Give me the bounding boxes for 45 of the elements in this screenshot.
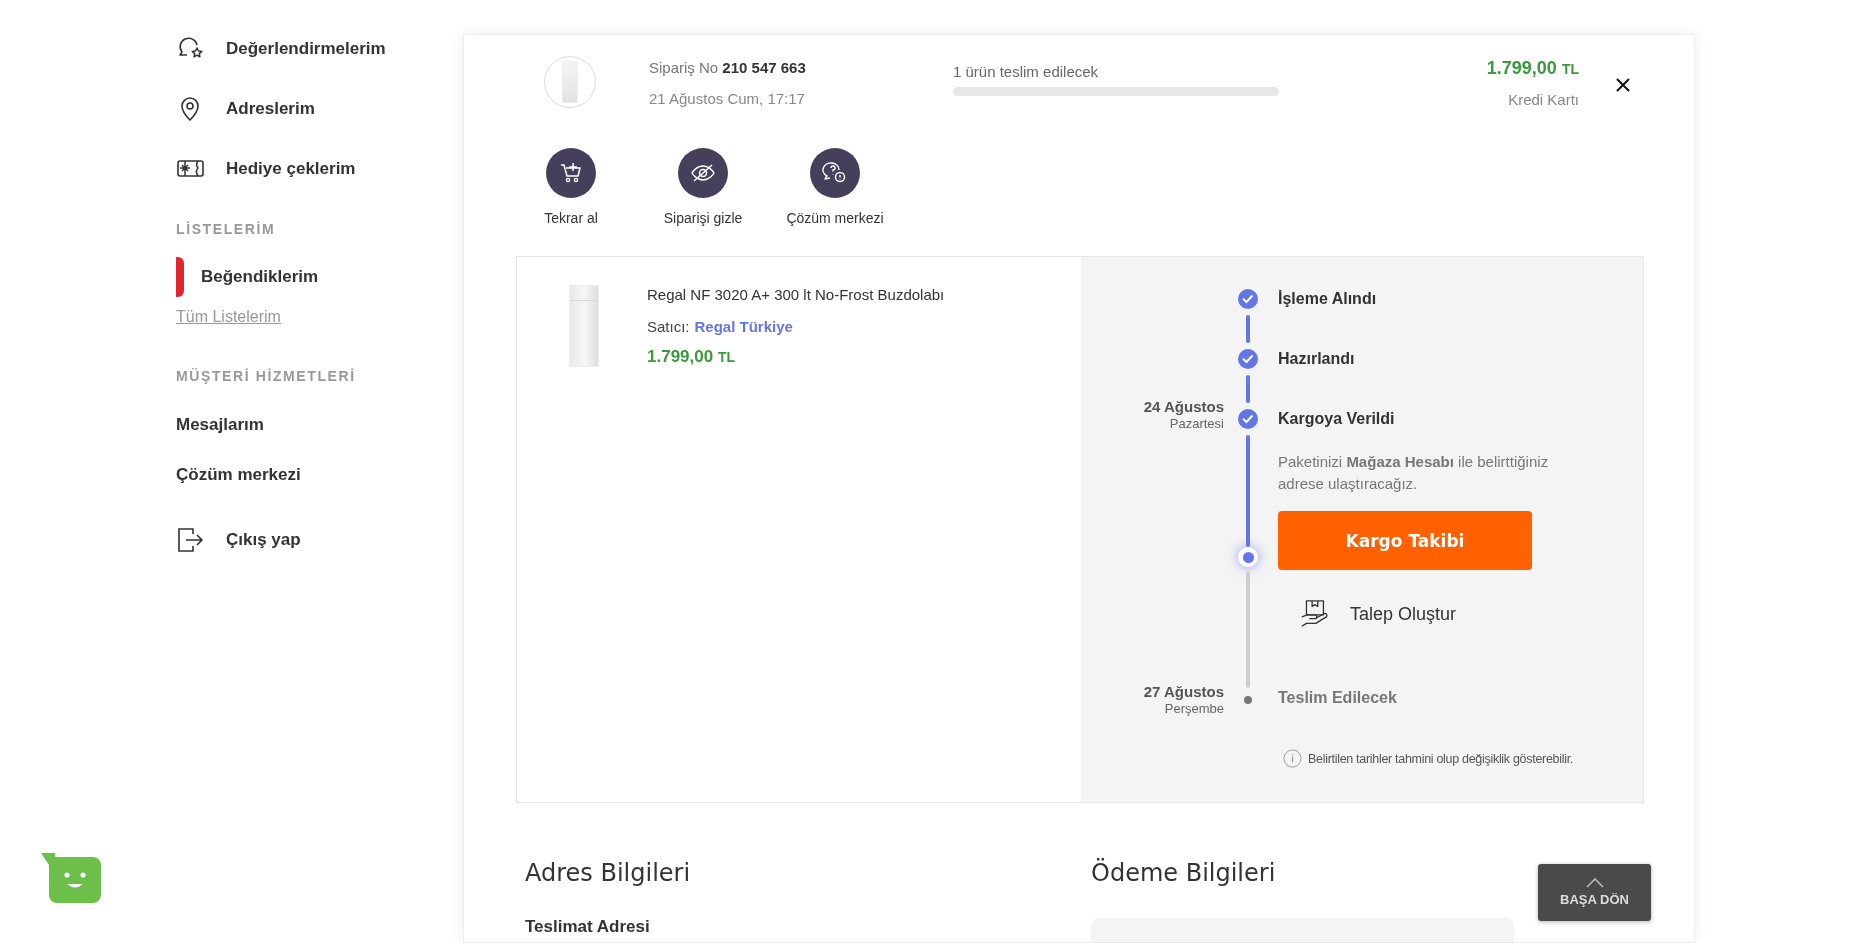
info-icon — [1283, 749, 1302, 768]
step-label: Hazırlandı — [1278, 349, 1356, 369]
delivery-status: 1 ürün teslim edilecek — [953, 62, 1100, 82]
sidebar-item[interactable]: Değerlendirmelerim — [176, 19, 386, 79]
eye-slash-icon — [678, 148, 728, 198]
order-total: 1.799,00 TL — [1486, 58, 1579, 79]
sidebar-item[interactable]: Adreslerim — [176, 79, 315, 139]
question-chat-icon — [810, 148, 860, 198]
order-date: 21 Ağustos Cum, 17:17 — [649, 89, 806, 109]
section-heading: MÜŞTERİ HİZMETLERİ — [176, 367, 356, 386]
back-to-top-button[interactable]: BAŞA DÖN — [1538, 864, 1651, 921]
product-title: Regal NF 3020 A+ 300 lt No-Frost Buzdolabı — [647, 285, 945, 305]
sidebar-item[interactable]: Mesajlarım — [176, 400, 264, 450]
order-number: Sipariş No 210 547 663 — [649, 58, 807, 78]
step-label: İşleme Alındı — [1278, 289, 1378, 309]
field-label: Teslimat Adresi — [525, 917, 651, 937]
section-title: Ödeme Bilgileri — [1091, 857, 1276, 889]
delivery-date: 24 Ağustos — [1142, 398, 1224, 416]
sidebar-item[interactable]: Hediye çeklerim — [176, 139, 356, 199]
timeline-line — [1246, 315, 1250, 343]
product-price: 1.799,00 TL — [647, 347, 736, 367]
action-button[interactable]: Çözüm merkezi — [769, 148, 901, 226]
section-heading: LİSTELERİM — [176, 220, 276, 239]
action-button[interactable]: Siparişi gizle — [637, 148, 769, 226]
section-title: Adres Bilgileri — [525, 858, 691, 889]
step-description: Paketinizi Mağaza Hesabı ile belirttiğiniz adrese ulaştıracağız. — [1278, 452, 1550, 494]
weekday: Perşembe — [1163, 701, 1224, 717]
logout-icon — [176, 525, 206, 555]
payment-method: Kredi Kartı — [1507, 90, 1579, 110]
request-link[interactable]: Talep Oluştur — [1298, 594, 1643, 634]
step-label: Teslim Edilecek — [1278, 688, 1398, 708]
sidebar-item[interactable]: Çıkış yap — [176, 510, 301, 570]
weekday: Pazartesi — [1168, 416, 1224, 432]
sidebar-item[interactable]: Beğendiklerim — [176, 257, 319, 297]
action-button[interactable]: Tekrar al — [505, 148, 637, 226]
seller-label: Satıcı: — [647, 317, 690, 337]
sidebar-item[interactable]: Çözüm merkezi — [176, 450, 301, 500]
step-label: Kargoya Verildi — [1278, 409, 1396, 429]
cart-plus-icon — [546, 148, 596, 198]
disclaimer-text: Belirtilen tarihler tahmini olup değişiklik gösterebilir. — [1308, 751, 1573, 766]
caret-up-icon — [1585, 878, 1604, 888]
seller-link[interactable]: Regal Türkiye — [694, 317, 793, 337]
delivery-date: 27 Ağustos — [1142, 683, 1224, 701]
timeline-line — [1246, 375, 1250, 403]
close-icon — [1615, 77, 1631, 93]
